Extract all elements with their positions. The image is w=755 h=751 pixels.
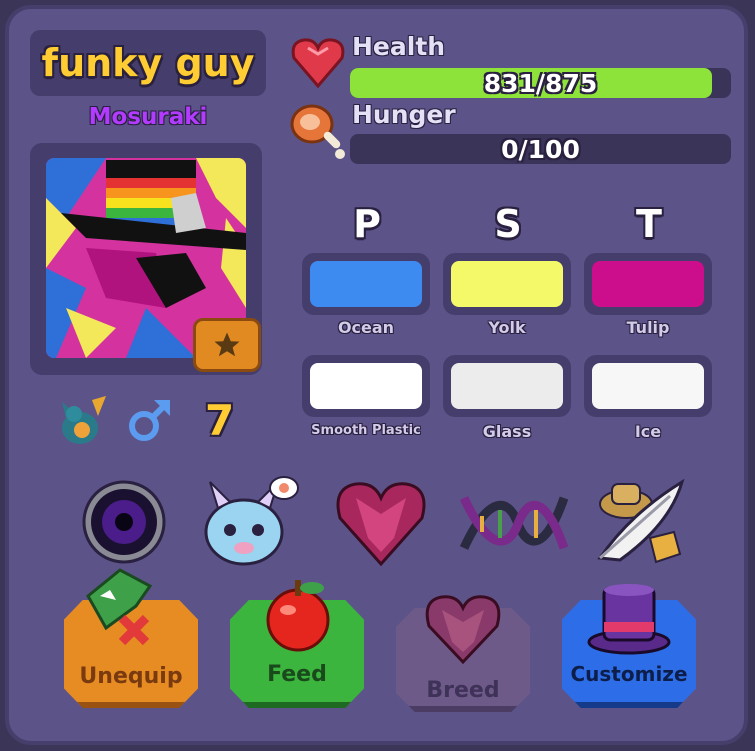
health-bar: 831/875: [350, 68, 731, 98]
hunger-value: 0/100: [501, 134, 580, 164]
material-label-primary: Smooth Plastic: [311, 423, 421, 438]
swatch-fill: [310, 261, 422, 307]
trait-header-s: S: [494, 202, 522, 246]
unequip-dragon-icon: [80, 566, 160, 650]
color-label-secondary: Yolk: [488, 318, 526, 337]
heart-gem-icon[interactable]: [334, 478, 428, 568]
color-label-tertiary: Tulip: [626, 318, 670, 337]
hunger-label: Hunger: [352, 100, 456, 129]
color-swatch-secondary[interactable]: [443, 253, 571, 315]
customize-label: Customize: [570, 662, 688, 686]
top-hat-icon: [584, 580, 674, 656]
male-icon: [124, 396, 174, 446]
dna-icon[interactable]: [458, 486, 570, 560]
health-label: Health: [352, 32, 446, 61]
swatch-fill: [310, 363, 422, 409]
swatch-fill: [592, 261, 704, 307]
swatch-fill: [592, 363, 704, 409]
unequip-label: Unequip: [79, 664, 183, 689]
owner-name: Mosuraki: [88, 104, 208, 130]
pet-name: funky guy: [41, 41, 255, 85]
void-orb-icon[interactable]: [80, 478, 168, 566]
meat-icon: [286, 100, 350, 162]
swatch-fill: [451, 261, 563, 307]
heart-gem-icon: [290, 36, 346, 89]
pet-level: 7: [205, 396, 235, 445]
color-label-primary: Ocean: [337, 318, 395, 337]
material-swatch-secondary[interactable]: [443, 355, 571, 417]
apple-icon: [258, 574, 338, 654]
favorite-button[interactable]: [193, 318, 261, 372]
material-label-secondary: Glass: [482, 422, 532, 441]
health-value: 831/875: [483, 68, 598, 98]
feed-label: Feed: [267, 662, 327, 687]
color-swatch-primary[interactable]: [302, 253, 430, 315]
pet-name-box: funky guy: [30, 30, 266, 96]
heart-gem-icon: [424, 592, 502, 666]
breed-label: Breed: [426, 678, 500, 703]
dragon-icon: [52, 392, 110, 450]
hunger-bar: 0/100: [350, 134, 731, 164]
feather-hat-icon[interactable]: [590, 474, 688, 568]
material-swatch-primary[interactable]: [302, 355, 430, 417]
baby-dragon-icon[interactable]: [196, 472, 300, 572]
trait-header-t: T: [636, 202, 662, 246]
star-icon: [214, 332, 240, 357]
trait-header-p: P: [353, 202, 381, 246]
material-swatch-tertiary[interactable]: [584, 355, 712, 417]
material-label-tertiary: Ice: [634, 422, 662, 441]
swatch-fill: [451, 363, 563, 409]
color-swatch-tertiary[interactable]: [584, 253, 712, 315]
